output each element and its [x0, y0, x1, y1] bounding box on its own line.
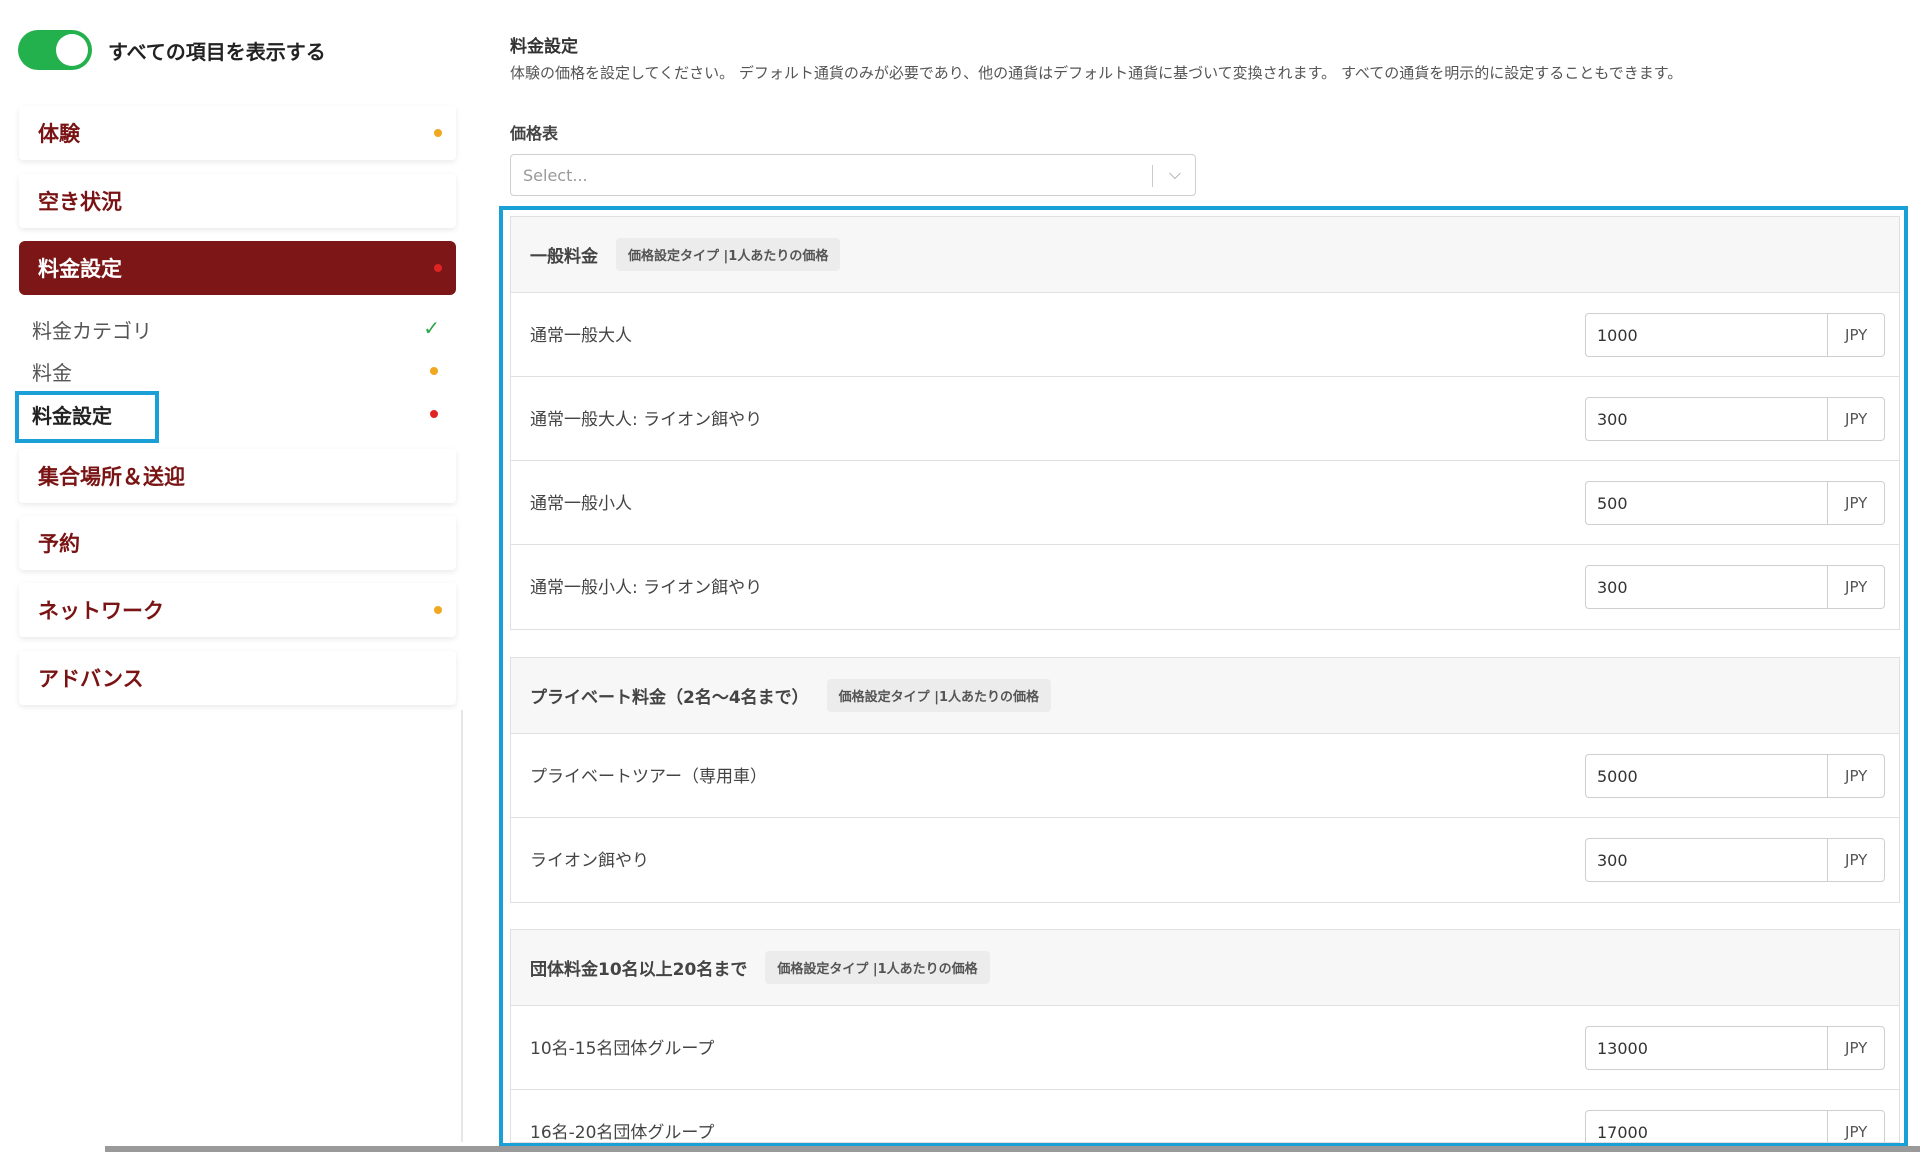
horizontal-scrollbar[interactable] [105, 1146, 1920, 1152]
highlight-box-sub-item [15, 391, 159, 443]
sub-item-price-category[interactable]: 料金カテゴリ ✓ [32, 312, 452, 346]
status-dot-orange [434, 606, 442, 614]
sidebar-item-pricing[interactable]: 料金設定 [19, 241, 456, 295]
sidebar-item-label: 料金設定 [38, 257, 122, 281]
status-dot-red [430, 410, 438, 418]
price-table-label: 価格表 [510, 124, 559, 143]
section-description: 体験の価格を設定してください。 デフォルト通貨のみが必要であり、他の通貨はデフォ… [510, 64, 1683, 82]
sidebar-item-label: 予約 [38, 532, 80, 556]
sidebar-item-meeting-point[interactable]: 集合場所＆送迎 [19, 449, 456, 503]
sidebar-item-label: 集合場所＆送迎 [38, 465, 185, 489]
sidebar-item-label: 体験 [38, 122, 80, 146]
show-all-toggle-row[interactable]: すべての項目を表示する [18, 30, 326, 70]
sidebar-item-advanced[interactable]: アドバンス [19, 651, 456, 705]
sidebar-item-label: 空き状況 [38, 190, 122, 214]
select-placeholder: Select... [523, 166, 588, 185]
sidebar-divider [461, 710, 463, 1142]
sidebar-item-booking[interactable]: 予約 [19, 516, 456, 570]
status-dot-orange [430, 367, 438, 375]
highlight-box-content [499, 206, 1908, 1147]
status-dot-orange [434, 129, 442, 137]
sub-item-label: 料金 [32, 360, 72, 385]
sidebar-item-label: アドバンス [38, 667, 144, 691]
show-all-label: すべての項目を表示する [108, 39, 326, 64]
show-all-toggle[interactable] [18, 30, 92, 70]
sidebar-item-label: ネットワーク [38, 599, 164, 623]
sub-item-label: 料金カテゴリ [32, 318, 152, 343]
section-title: 料金設定 [510, 37, 578, 57]
sidebar-item-experience[interactable]: 体験 [19, 106, 456, 160]
sidebar: すべての項目を表示する 体験 空き状況 料金設定 料金カテゴリ ✓ 料金 料金設… [0, 0, 462, 710]
price-table-select[interactable]: Select... ⌵ [510, 154, 1196, 196]
status-dot-red [434, 264, 442, 272]
chevron-down-icon[interactable]: ⌵ [1169, 164, 1181, 184]
sub-item-price[interactable]: 料金 [32, 354, 452, 388]
toggle-knob [56, 34, 88, 66]
sidebar-item-availability[interactable]: 空き状況 [19, 174, 456, 228]
check-icon: ✓ [423, 316, 440, 340]
select-separator [1152, 165, 1153, 187]
sidebar-item-network[interactable]: ネットワーク [19, 583, 456, 637]
